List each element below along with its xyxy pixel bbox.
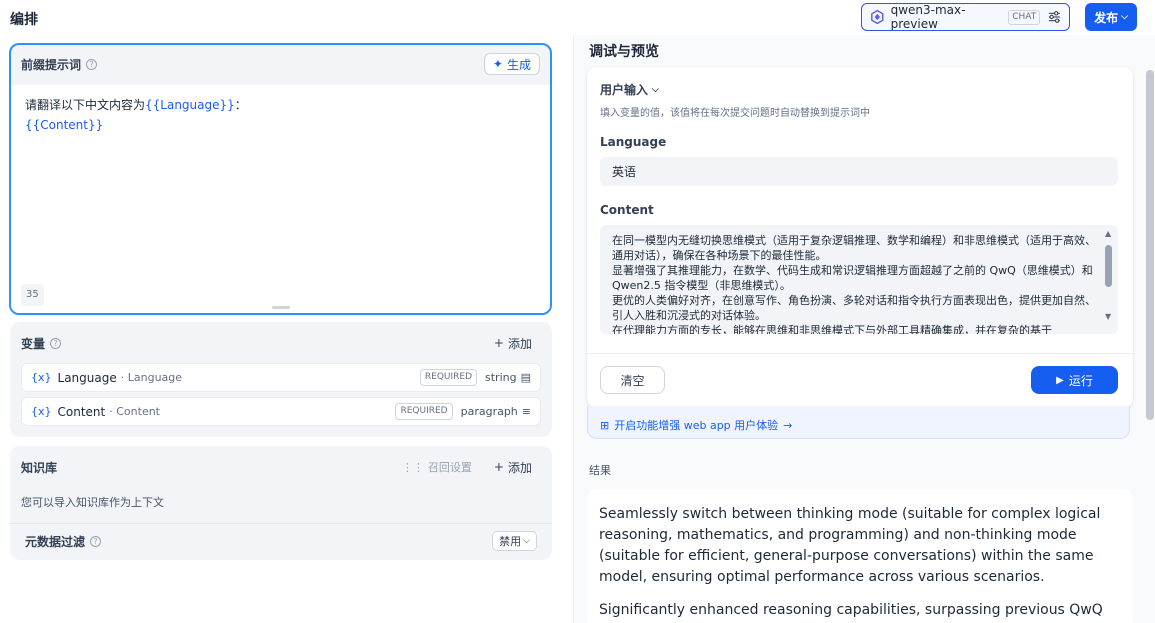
help-icon[interactable]: ?	[90, 535, 102, 547]
knowledge-header: 知识库 ⋮⋮ 召回设置 + 添加	[10, 446, 552, 488]
content-textarea[interactable]: 在同一模型内无缝切换思维模式（适用于复杂逻辑推理、数学和编程）和非思维模式（适用…	[600, 225, 1118, 334]
add-knowledge-button[interactable]: + 添加	[494, 459, 532, 476]
prompt-line-2: {{Content}}	[25, 115, 536, 135]
content-line: 更优的人类偏好对齐，在创意写作、角色扮演、多轮对话和指令执行方面表现出色，提供更…	[612, 294, 1096, 322]
content-field-label: Content	[600, 203, 654, 217]
variable-name: Content	[57, 404, 106, 419]
prompt-colon: ：	[234, 98, 247, 112]
variables-title: 变量	[21, 336, 46, 351]
sparkle-icon: ✦	[492, 57, 503, 71]
clear-button[interactable]: 清空	[600, 366, 665, 394]
prompt-line-1: 请翻译以下中文内容为{{Language}}：	[25, 95, 536, 115]
variable-name: Language	[57, 370, 117, 385]
add-label: 添加	[507, 460, 532, 475]
divider	[587, 353, 1133, 354]
language-field-label: Language	[600, 135, 667, 149]
publish-button[interactable]: 发布 ⌵	[1085, 3, 1137, 31]
generate-button[interactable]: ✦ 生成	[483, 53, 540, 75]
result-card: Seamlessly switch between thinking mode …	[587, 489, 1133, 623]
plus-icon: +	[493, 336, 504, 350]
webapp-label: 开启功能增强 web app 用户体验	[614, 419, 779, 432]
model-selector[interactable]: qwen3-max-preview CHAT	[861, 3, 1070, 31]
webapp-enhance-link[interactable]: ⊞ 开启功能增强 web app 用户体验 →	[587, 406, 1130, 439]
add-variable-button[interactable]: + 添加	[494, 335, 532, 352]
prompt-title: 前缀提示词	[21, 57, 82, 72]
publish-label: 发布	[1094, 10, 1119, 25]
knowledge-description: 您可以导入知识库作为上下文	[21, 496, 164, 509]
run-label: 运行	[1068, 373, 1093, 388]
content-line: 显著增强了其推理能力，在数学、代码生成和常识逻辑推理方面超越了之前的 QwQ（思…	[612, 264, 1093, 292]
arrow-right-icon: →	[783, 418, 793, 432]
feature-icon: ⊞	[600, 418, 610, 432]
prompt-text: 请翻译以下中文内容为	[25, 98, 146, 112]
play-icon: ▶	[1056, 374, 1064, 386]
variable-type: string	[485, 371, 517, 384]
debug-title: 调试与预览	[589, 44, 659, 60]
content-line: 在代理能力方面的专长，能够在思维和非思维模式下与外部工具精确集成，并在复杂的基于	[612, 324, 1052, 334]
language-value: 英语	[612, 165, 637, 179]
model-name: qwen3-max-preview	[890, 3, 966, 31]
divider	[10, 523, 552, 524]
run-button[interactable]: ▶ 运行	[1031, 366, 1118, 394]
string-type-icon: ▤	[520, 371, 531, 384]
variable-row-content[interactable]: {x} Content · Content REQUIRED paragraph…	[21, 397, 541, 426]
variable-icon: {x}	[31, 405, 52, 418]
variable-icon: {x}	[31, 371, 52, 384]
variable-type: paragraph	[460, 405, 518, 418]
required-badge: REQUIRED	[419, 369, 478, 386]
page-scrollbar[interactable]	[1146, 70, 1154, 420]
variable-token-language: {{Language}}	[145, 98, 235, 112]
variable-token-content: {{Content}}	[25, 118, 104, 132]
clear-label: 清空	[620, 373, 645, 388]
generate-label: 生成	[506, 57, 531, 72]
variables-card: 变量 ? + 添加 {x} Language · Language REQUIR…	[10, 322, 552, 437]
chevron-down-icon: ⌵	[523, 536, 530, 546]
content-line: 在同一模型内无缝切换思维模式（适用于复杂逻辑推理、数学和编程）和非思维模式（适用…	[612, 234, 1096, 262]
user-input-title: 用户输入	[600, 83, 649, 97]
result-paragraph: Significantly enhanced reasoning capabil…	[599, 602, 1103, 618]
char-count: 35	[21, 284, 44, 306]
variables-header: 变量 ? + 添加	[10, 322, 552, 364]
recall-label: 召回设置	[427, 461, 472, 474]
knowledge-card: 知识库 ⋮⋮ 召回设置 + 添加 您可以导入知识库作为上下文 元数据过滤 ? 禁…	[10, 446, 552, 560]
result-label: 结果	[589, 464, 611, 477]
required-badge: REQUIRED	[395, 403, 453, 420]
help-icon[interactable]: ?	[86, 58, 98, 70]
settings-icon: ⋮⋮	[401, 460, 424, 474]
language-input[interactable]: 英语	[600, 157, 1118, 186]
resize-handle[interactable]	[272, 306, 290, 309]
chevron-down-icon: ⌵	[652, 84, 659, 95]
scroll-up-arrow-icon[interactable]: ▲	[1105, 229, 1111, 238]
chevron-down-icon: ⌵	[1121, 12, 1128, 22]
user-input-toggle[interactable]: 用户输入 ⌵	[600, 81, 659, 98]
metadata-title: 元数据过滤	[25, 534, 86, 549]
metadata-filter-value: 禁用	[499, 535, 522, 548]
knowledge-title: 知识库	[21, 460, 58, 475]
prompt-textarea[interactable]: 请翻译以下中文内容为{{Language}}： {{Content}} 35	[11, 85, 550, 313]
sliders-icon[interactable]	[1048, 10, 1061, 24]
user-input-hint: 填入变量的值，该值将在每次提交问题时自动替换到提示词中	[600, 108, 870, 119]
scroll-down-arrow-icon[interactable]: ▼	[1105, 312, 1111, 321]
page-title: 编排	[10, 12, 38, 28]
result-paragraph: Seamlessly switch between thinking mode …	[599, 506, 1101, 585]
variable-row-language[interactable]: {x} Language · Language REQUIRED string …	[21, 363, 541, 392]
prompt-header: 前缀提示词 ? ✦ 生成	[11, 45, 550, 83]
prompt-editor-card: 前缀提示词 ? ✦ 生成 请翻译以下中文内容为{{Language}}： {{C…	[9, 43, 552, 315]
content-text: 在同一模型内无缝切换思维模式（适用于复杂逻辑推理、数学和编程）和非思维模式（适用…	[612, 233, 1098, 334]
metadata-filter-select[interactable]: 禁用 ⌵	[492, 531, 537, 551]
user-input-card: 用户输入 ⌵ 填入变量的值，该值将在每次提交问题时自动替换到提示词中 Langu…	[587, 67, 1133, 408]
content-scrollbar[interactable]: ▲ ▼	[1104, 229, 1114, 331]
recall-settings-button[interactable]: ⋮⋮ 召回设置	[402, 459, 472, 475]
qwen-logo-icon	[871, 9, 884, 25]
model-type-badge: CHAT	[1008, 9, 1041, 25]
metadata-filter-row: 元数据过滤 ? 禁用 ⌵	[25, 530, 537, 552]
variable-label: · Language	[120, 371, 183, 384]
scrollbar-thumb[interactable]	[1105, 245, 1112, 287]
paragraph-type-icon: ≡	[521, 405, 531, 418]
plus-icon: +	[493, 460, 504, 474]
help-icon[interactable]: ?	[50, 337, 62, 349]
add-label: 添加	[507, 336, 532, 351]
variable-label: · Content	[109, 405, 160, 418]
